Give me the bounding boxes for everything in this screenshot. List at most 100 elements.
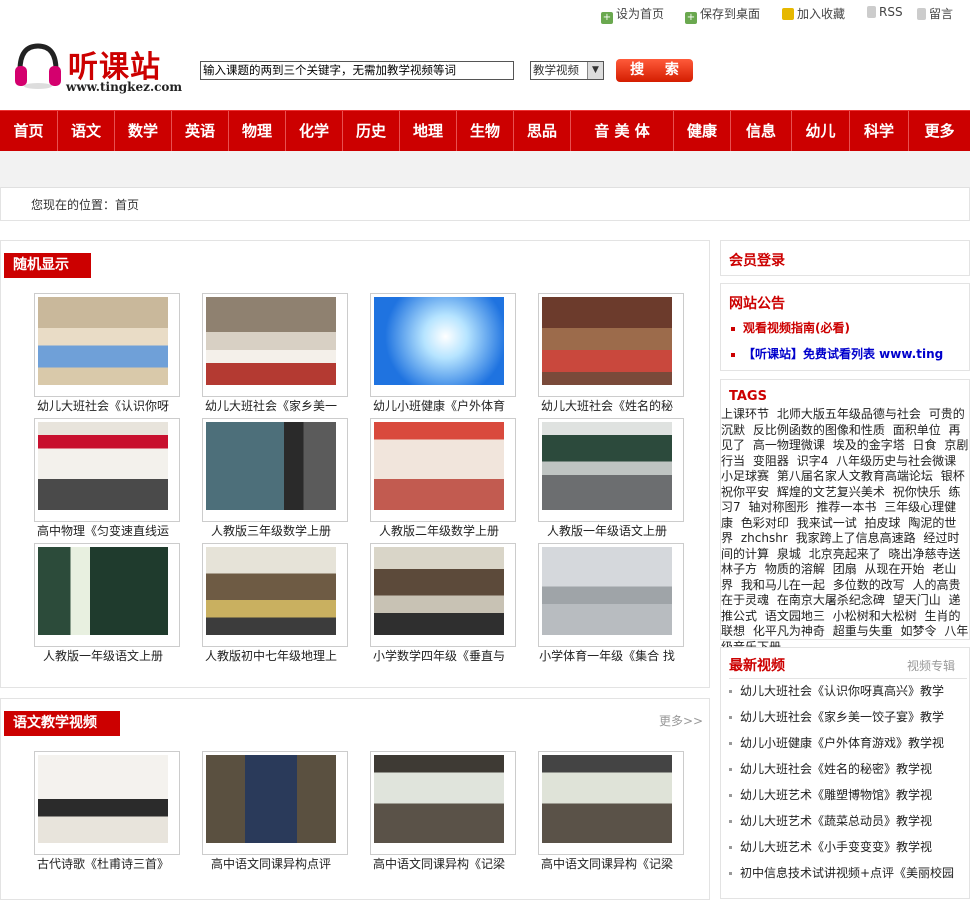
tag-link[interactable]: 上课环节 bbox=[721, 407, 769, 421]
latest-video-item[interactable]: 幼儿大班艺术《小手变变变》教学视 bbox=[729, 838, 967, 855]
tag-link[interactable]: 我家跨上了信息高速路 bbox=[796, 531, 916, 545]
bullet-icon bbox=[731, 326, 735, 331]
nav-item[interactable]: 首页 bbox=[0, 111, 57, 151]
album-link[interactable]: 视频专辑 bbox=[907, 657, 955, 674]
message-link[interactable]: 留言 bbox=[917, 5, 953, 22]
tag-link[interactable]: 高一物理微课 bbox=[753, 438, 825, 452]
nav-item[interactable]: 幼儿 bbox=[792, 111, 849, 151]
video-card[interactable]: 幼儿大班社会《认识你呀 bbox=[34, 293, 204, 413]
tag-link[interactable]: 北师大版五年级品德与社会 bbox=[777, 407, 921, 421]
tag-link[interactable]: 反比例函数的图像和性质 bbox=[753, 423, 885, 437]
video-card[interactable]: 幼儿大班社会《家乡美一 bbox=[202, 293, 372, 413]
tag-link[interactable]: 北京亮起来了 bbox=[809, 547, 881, 561]
tag-link[interactable]: 第八届名家人文教育高端论坛 bbox=[777, 469, 933, 483]
nav-item[interactable]: 思品 bbox=[514, 111, 570, 151]
video-card[interactable]: 人教版一年级语文上册 bbox=[34, 543, 204, 663]
notice-title: 网站公告 bbox=[729, 296, 785, 312]
tag-link[interactable]: 祝你平安 bbox=[721, 485, 769, 499]
video-card[interactable]: 人教版三年级数学上册 bbox=[202, 418, 372, 538]
tag-link[interactable]: 如梦令 bbox=[901, 624, 937, 638]
tag-link[interactable]: 拍皮球 bbox=[865, 516, 901, 530]
video-card[interactable]: 人教版一年级语文上册 bbox=[538, 418, 708, 538]
nav-item[interactable]: 物理 bbox=[229, 111, 285, 151]
video-card[interactable]: 高中物理《匀变速直线运 bbox=[34, 418, 204, 538]
latest-video-item[interactable]: 幼儿大班社会《姓名的秘密》教学视 bbox=[729, 760, 967, 777]
nav-item[interactable]: 科学 bbox=[850, 111, 908, 151]
tag-link[interactable]: 小松树和大松树 bbox=[833, 609, 917, 623]
notice-item[interactable]: 观看视频指南(必看) bbox=[731, 319, 850, 336]
tag-link[interactable]: 团扇 bbox=[833, 562, 857, 576]
video-thumbnail bbox=[542, 547, 672, 635]
latest-video-item[interactable]: 初中信息技术试讲视频+点评《美丽校园 bbox=[729, 864, 967, 881]
tag-link[interactable]: zhchshr bbox=[741, 531, 788, 545]
add-favorite-link[interactable]: 加入收藏 bbox=[782, 5, 845, 22]
video-card[interactable]: 高中语文同课异构《记梁 bbox=[538, 751, 708, 871]
tag-link[interactable]: 多位数的改写 bbox=[833, 578, 905, 592]
video-card[interactable]: 古代诗歌《杜甫诗三首》 bbox=[34, 751, 204, 871]
tag-link[interactable]: 推荐一本书 bbox=[816, 500, 876, 514]
tag-link[interactable]: 我和马儿在一起 bbox=[741, 578, 825, 592]
tag-link[interactable]: 日食 bbox=[913, 438, 937, 452]
nav-item[interactable]: 更多 bbox=[909, 111, 970, 151]
tag-link[interactable]: 识字4 bbox=[797, 454, 829, 468]
page-icon bbox=[917, 8, 926, 20]
nav-item[interactable]: 信息 bbox=[731, 111, 791, 151]
latest-video-item[interactable]: 幼儿大班艺术《雕塑博物馆》教学视 bbox=[729, 786, 967, 803]
site-logo[interactable]: 听课站 www.tingkez.com bbox=[14, 40, 189, 100]
tag-link[interactable]: 埃及的金字塔 bbox=[833, 438, 905, 452]
tag-link[interactable]: 在南京大屠杀纪念碑 bbox=[777, 593, 885, 607]
nav-item[interactable]: 语文 bbox=[58, 111, 114, 151]
bullet-icon bbox=[729, 768, 732, 771]
search-button[interactable]: 搜 索 bbox=[616, 59, 693, 82]
notice-item[interactable]: 【听课站】免费试看列表 www.ting bbox=[731, 345, 967, 362]
video-card[interactable]: 小学数学四年级《垂直与 bbox=[370, 543, 540, 663]
tag-link[interactable]: 从现在开始 bbox=[865, 562, 925, 576]
tag-link[interactable]: 银杯 bbox=[941, 469, 965, 483]
nav-item[interactable]: 音 美 体 bbox=[571, 111, 673, 151]
latest-video-item[interactable]: 幼儿大班艺术《蔬菜总动员》教学视 bbox=[729, 812, 967, 829]
tag-link[interactable]: 轴对称图形 bbox=[748, 500, 808, 514]
video-card[interactable]: 幼儿大班社会《姓名的秘 bbox=[538, 293, 708, 413]
nav-item[interactable]: 生物 bbox=[457, 111, 513, 151]
latest-video-item[interactable]: 幼儿大班社会《家乡美一饺子宴》教学 bbox=[729, 708, 967, 725]
nav-item[interactable]: 化学 bbox=[286, 111, 342, 151]
tag-link[interactable]: 化平凡为神奇 bbox=[753, 624, 825, 638]
tag-link[interactable]: 超重与失重 bbox=[833, 624, 893, 638]
video-card[interactable]: 高中语文同课异构点评 bbox=[202, 751, 372, 871]
video-card[interactable]: 人教版二年级数学上册 bbox=[370, 418, 540, 538]
tag-link[interactable]: 语文园地三 bbox=[765, 609, 825, 623]
video-card[interactable]: 人教版初中七年级地理上 bbox=[202, 543, 372, 663]
more-link[interactable]: 更多>> bbox=[659, 712, 703, 729]
sub-nav-bar bbox=[0, 151, 970, 188]
video-card[interactable]: 幼儿小班健康《户外体育 bbox=[370, 293, 540, 413]
tag-link[interactable]: 变阻器 bbox=[753, 454, 789, 468]
tag-link[interactable]: 泉城 bbox=[777, 547, 801, 561]
nav-item[interactable]: 地理 bbox=[400, 111, 456, 151]
main-nav: 首页 语文 数学 英语 物理 化学 历史 地理 生物 思品 音 美 体 健康 信… bbox=[0, 110, 970, 152]
save-desktop-link[interactable]: + 保存到桌面 bbox=[685, 5, 760, 24]
tag-link[interactable]: 八年级历史与社会微课 bbox=[836, 454, 956, 468]
video-thumbnail bbox=[542, 422, 672, 510]
latest-video-item[interactable]: 幼儿大班社会《认识你呀真高兴》教学 bbox=[729, 682, 967, 699]
nav-item[interactable]: 英语 bbox=[172, 111, 228, 151]
tag-link[interactable]: 色彩对印 bbox=[741, 516, 789, 530]
tag-link[interactable]: 小足球赛 bbox=[721, 469, 769, 483]
tag-link[interactable]: 物质的溶解 bbox=[765, 562, 825, 576]
set-home-link[interactable]: + 设为首页 bbox=[601, 5, 664, 24]
nav-item[interactable]: 健康 bbox=[674, 111, 730, 151]
tag-link[interactable]: 祝你快乐 bbox=[893, 485, 941, 499]
login-title[interactable]: 会员登录 bbox=[729, 250, 785, 270]
video-card[interactable]: 高中语文同课异构《记梁 bbox=[370, 751, 540, 871]
video-card[interactable]: 小学体育一年级《集合 找 bbox=[538, 543, 708, 663]
nav-item[interactable]: 数学 bbox=[115, 111, 171, 151]
latest-video-item[interactable]: 幼儿小班健康《户外体育游戏》教学视 bbox=[729, 734, 967, 751]
search-input[interactable]: 输入课题的两到三个关键字，无需加教学视频等词 bbox=[200, 61, 514, 80]
category-select[interactable]: 教学视频 ▼ bbox=[530, 61, 604, 80]
tag-link[interactable]: 我来试一试 bbox=[797, 516, 857, 530]
rss-link[interactable]: RSS bbox=[867, 5, 903, 19]
bullet-icon bbox=[729, 742, 732, 745]
nav-item[interactable]: 历史 bbox=[343, 111, 399, 151]
tag-link[interactable]: 面积单位 bbox=[893, 423, 941, 437]
tag-link[interactable]: 辉煌的文艺复兴美术 bbox=[777, 485, 885, 499]
tag-link[interactable]: 望天门山 bbox=[893, 593, 941, 607]
